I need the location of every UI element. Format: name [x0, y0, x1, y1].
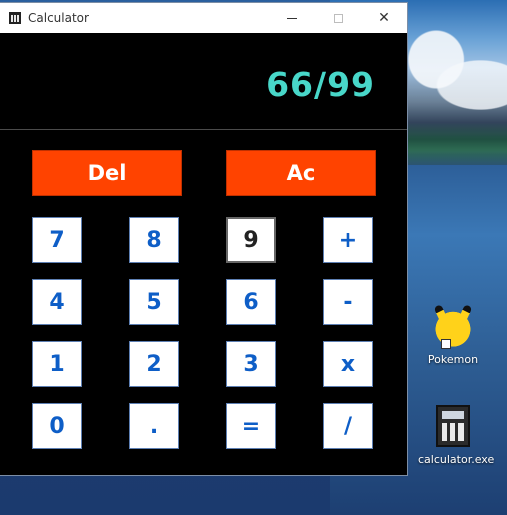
calculator-display: 66/99 — [0, 33, 407, 130]
maximize-icon — [333, 13, 343, 23]
close-icon: ✕ — [378, 10, 390, 26]
desktop-icon-label: calculator.exe — [418, 453, 495, 466]
shortcut-arrow-icon — [441, 339, 451, 349]
calculator-window: Calculator ✕ 66/99 Del Ac 7 8 9 + 4 5 6 … — [0, 3, 407, 475]
minus-button[interactable]: - — [323, 279, 373, 325]
digit-8-button[interactable]: 8 — [129, 217, 179, 263]
desktop-icon-pokemon[interactable]: Pokemon — [418, 305, 488, 366]
digit-6-button[interactable]: 6 — [226, 279, 276, 325]
digit-5-button[interactable]: 5 — [129, 279, 179, 325]
calculator-icon — [436, 405, 470, 447]
digit-7-button[interactable]: 7 — [32, 217, 82, 263]
calculator-app-icon — [9, 12, 21, 24]
title-bar[interactable]: Calculator ✕ — [0, 3, 407, 33]
window-title: Calculator — [28, 11, 89, 25]
desktop-icon-label: Pokemon — [427, 353, 479, 366]
desktop-icon-calculator[interactable]: calculator.exe — [418, 405, 495, 466]
pikachu-icon — [433, 305, 473, 349]
ac-button[interactable]: Ac — [226, 150, 376, 196]
equals-button[interactable]: = — [226, 403, 276, 449]
digit-4-button[interactable]: 4 — [32, 279, 82, 325]
close-button[interactable]: ✕ — [361, 3, 407, 33]
digit-3-button[interactable]: 3 — [226, 341, 276, 387]
digit-9-button[interactable]: 9 — [226, 217, 276, 263]
plus-button[interactable]: + — [323, 217, 373, 263]
del-button[interactable]: Del — [32, 150, 182, 196]
decimal-button[interactable]: . — [129, 403, 179, 449]
display-value: 66/99 — [266, 65, 375, 104]
multiply-button[interactable]: x — [323, 341, 373, 387]
digit-1-button[interactable]: 1 — [32, 341, 82, 387]
digit-2-button[interactable]: 2 — [129, 341, 179, 387]
digit-0-button[interactable]: 0 — [32, 403, 82, 449]
minimize-icon — [287, 17, 297, 19]
divide-button[interactable]: / — [323, 403, 373, 449]
maximize-button[interactable] — [315, 3, 361, 33]
minimize-button[interactable] — [269, 3, 315, 33]
